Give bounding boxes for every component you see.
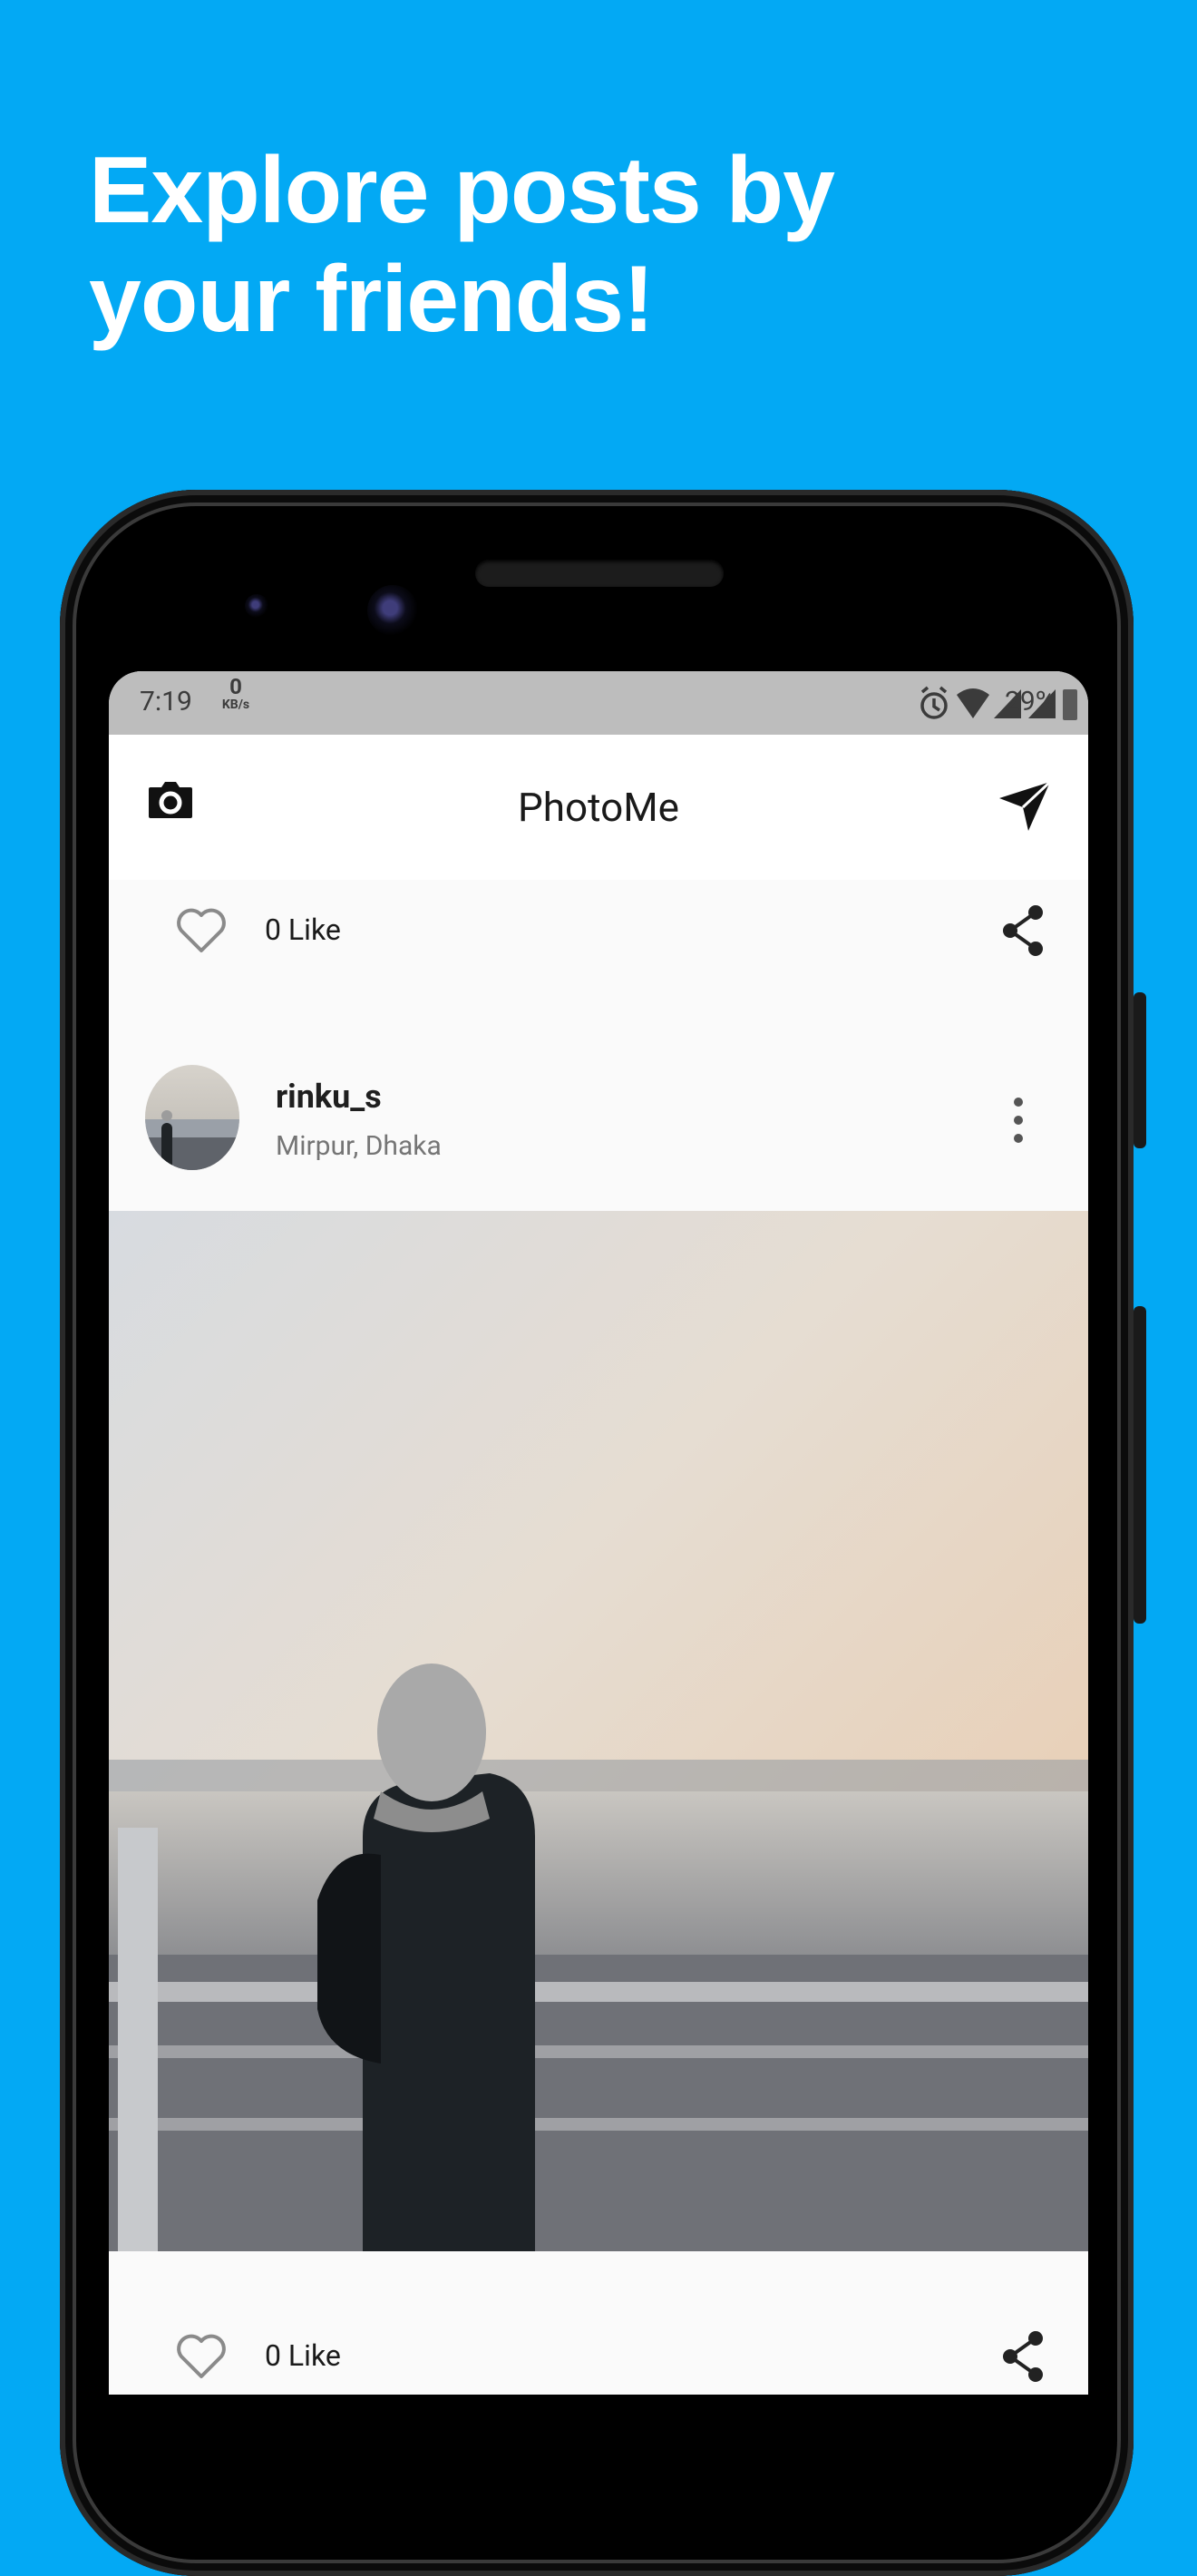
send-icon[interactable]: [998, 780, 1052, 833]
post-location: Mirpur, Dhaka: [276, 1130, 442, 1162]
phone-speaker: [475, 560, 724, 587]
post-header: [109, 1034, 1088, 1211]
promo-headline: Explore posts by your friends!: [89, 136, 996, 354]
phone-volume-button: [1134, 1306, 1146, 1624]
like-count: 0 Like: [265, 2338, 341, 2373]
app-screen: 7:19 0 KB/s 29% PhotoMe 0 Like rinku_s M…: [109, 671, 1088, 2395]
status-net-speed: 0 KB/s: [218, 674, 254, 713]
phone-sensor: [245, 594, 268, 618]
net-speed-value: 0: [229, 674, 242, 699]
status-battery-percent: 29%: [1005, 686, 1056, 717]
status-time: 7:19: [140, 686, 192, 717]
promo-headline-line2: your friends!: [89, 247, 655, 352]
post-photo[interactable]: [109, 1211, 1088, 2251]
wifi-icon: [957, 688, 989, 718]
like-heart-icon[interactable]: [176, 2333, 227, 2380]
avatar-image: [145, 1110, 239, 1170]
phone-power-button: [1134, 992, 1146, 1148]
status-bar: 7:19 0 KB/s 29%: [109, 671, 1088, 735]
like-heart-icon[interactable]: [176, 907, 227, 954]
post-actions: 0 Like: [109, 2251, 1088, 2395]
alarm-icon: [920, 686, 948, 719]
phone-front-camera: [367, 585, 418, 636]
post-username[interactable]: rinku_s: [276, 1078, 382, 1116]
avatar[interactable]: [145, 1065, 239, 1170]
previous-post-actions: 0 Like: [109, 880, 1088, 980]
like-count: 0 Like: [265, 912, 341, 947]
more-options-icon[interactable]: [1012, 1096, 1025, 1145]
share-icon[interactable]: [998, 2329, 1048, 2384]
net-speed-unit: KB/s: [221, 698, 250, 712]
battery-icon: [1063, 689, 1077, 720]
share-icon[interactable]: [998, 903, 1048, 958]
post-photo-scene: [109, 1664, 1088, 2251]
app-bar: PhotoMe: [109, 735, 1088, 880]
promo-headline-line1: Explore posts by: [89, 138, 835, 243]
app-title: PhotoMe: [518, 784, 679, 831]
